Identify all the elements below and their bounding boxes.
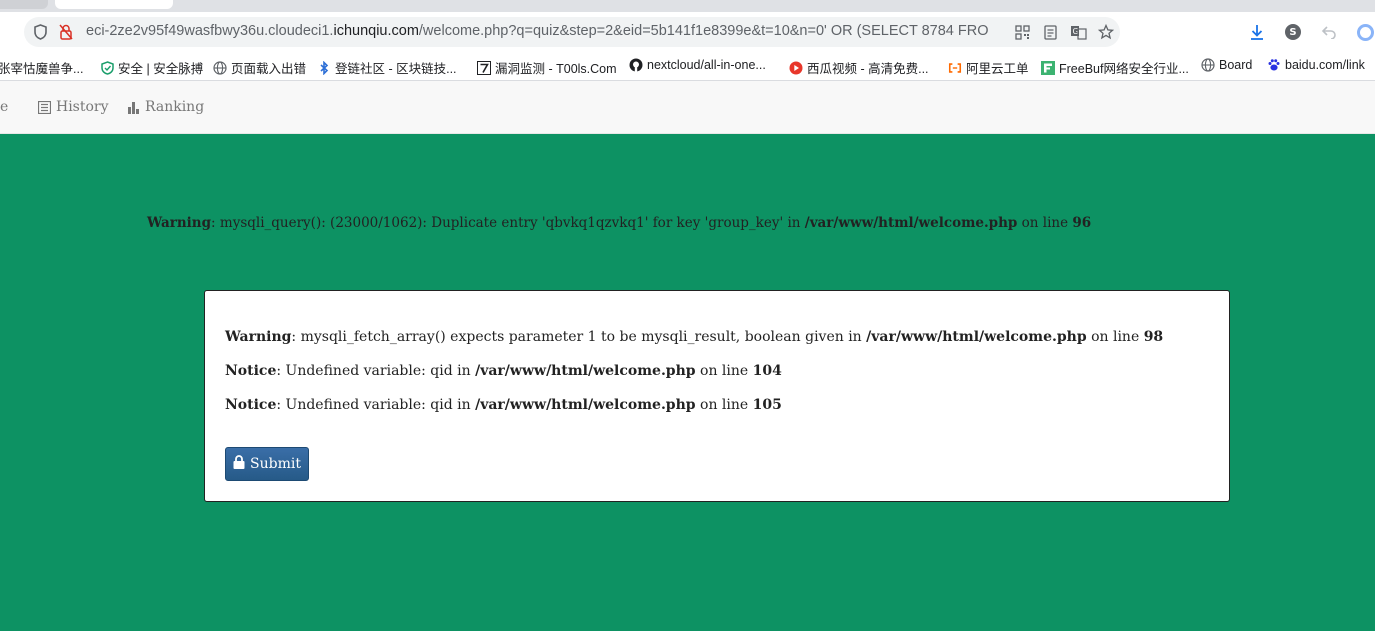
message-text: : Undefined variable: qid in xyxy=(276,363,476,379)
bookmark-label: 登链社区 - 区块链技... xyxy=(335,62,457,76)
bookmark-label: 漏洞监测 - T00ls.Com xyxy=(495,62,617,76)
github-icon xyxy=(629,58,643,72)
bookmark-label: 张宰怙魔兽争... xyxy=(0,62,84,76)
warning-path: /var/www/html/welcome.php xyxy=(804,215,1018,231)
warning-on-line: on line xyxy=(1017,215,1073,231)
bookmark-item[interactable]: 漏洞监测 - T00ls.Com xyxy=(477,58,617,77)
message-path: /var/www/html/welcome.php xyxy=(866,329,1087,345)
php-message: Notice: Undefined variable: qid in /var/… xyxy=(225,397,782,413)
bookmark-item[interactable]: 页面载入出错 xyxy=(213,58,306,77)
shield-icon[interactable] xyxy=(29,21,51,43)
message-path: /var/www/html/welcome.php xyxy=(475,397,696,413)
message-label: Notice xyxy=(225,397,277,413)
tab-active[interactable] xyxy=(55,0,173,9)
browser-toolbar: eci-2ze2v95f49wasfbwy36u.cloudeci1.ichun… xyxy=(0,12,1375,52)
nav-ranking[interactable]: Ranking xyxy=(127,99,204,115)
url-path: /welcome.php?q=quiz&step=2&eid=5b141f1e8… xyxy=(418,23,989,39)
translate-icon[interactable]: G xyxy=(1067,21,1089,43)
message-path: /var/www/html/welcome.php xyxy=(475,363,696,379)
lock-icon xyxy=(233,455,245,473)
extension-ring-icon[interactable] xyxy=(1354,21,1375,43)
bar-chart-icon xyxy=(127,101,140,114)
bookmark-item[interactable]: baidu.com/link xyxy=(1267,58,1365,72)
message-line-number: 98 xyxy=(1143,329,1164,345)
php-warning-query: Warning: mysqli_query(): (23000/1062): D… xyxy=(147,215,1091,231)
globe-icon xyxy=(1201,58,1215,72)
message-on-line: on line xyxy=(695,397,753,413)
message-line-number: 105 xyxy=(752,397,782,413)
nav-home[interactable]: ne xyxy=(0,99,8,115)
bookmark-label: 安全 | 安全脉搏 xyxy=(118,62,204,76)
list-icon xyxy=(38,100,51,114)
download-icon[interactable] xyxy=(1246,21,1268,43)
url-text[interactable]: eci-2ze2v95f49wasfbwy36u.cloudeci1.ichun… xyxy=(86,23,1008,39)
profile-initial: S xyxy=(1285,24,1301,40)
bluetooth-icon xyxy=(317,60,331,75)
reader-mode-icon[interactable] xyxy=(1039,21,1061,43)
shield-check-icon xyxy=(100,60,114,75)
freebuf-icon xyxy=(1041,60,1055,75)
insecure-lock-icon[interactable] xyxy=(55,21,77,43)
site-navbar: ne History Ranking xyxy=(0,81,1375,134)
address-bar[interactable]: eci-2ze2v95f49wasfbwy36u.cloudeci1.ichun… xyxy=(24,17,1120,47)
quiz-panel: Warning: mysqli_fetch_array() expects pa… xyxy=(204,290,1230,502)
warning-line-number: 96 xyxy=(1072,215,1092,231)
bookmark-item[interactable]: 阿里云工单 xyxy=(948,58,1029,77)
bookmark-star-icon[interactable] xyxy=(1095,21,1117,43)
submit-label: Submit xyxy=(250,456,301,472)
message-on-line: on line xyxy=(1086,329,1144,345)
bookmark-label: nextcloud/all-in-one... xyxy=(647,58,766,72)
nav-history-label: History xyxy=(56,99,109,115)
tab-inactive[interactable] xyxy=(0,0,48,9)
bookmark-label: baidu.com/link xyxy=(1285,58,1365,72)
message-label: Warning xyxy=(225,329,292,345)
bookmark-label: FreeBuf网络安全行业... xyxy=(1059,62,1189,76)
tab-strip xyxy=(0,0,1375,12)
profile-avatar[interactable]: S xyxy=(1282,21,1304,43)
bookmark-item[interactable]: 登链社区 - 区块链技... xyxy=(317,58,457,77)
bookmark-label: 西瓜视频 - 高清免费... xyxy=(807,62,929,76)
url-domain: ichunqiu.com xyxy=(333,23,419,39)
bookmark-item[interactable]: nextcloud/all-in-one... xyxy=(629,58,766,72)
globe-icon xyxy=(213,60,227,75)
php-message: Warning: mysqli_fetch_array() expects pa… xyxy=(225,329,1163,345)
message-line-number: 104 xyxy=(752,363,782,379)
seven-icon xyxy=(477,60,491,75)
bookmark-label: 页面载入出错 xyxy=(231,62,307,76)
submit-button[interactable]: Submit xyxy=(225,447,309,481)
message-text: : Undefined variable: qid in xyxy=(276,397,476,413)
warning-text: : mysqli_query(): (23000/1062): Duplicat… xyxy=(211,215,805,231)
bookmark-item[interactable]: FreeBuf网络安全行业... xyxy=(1041,58,1189,77)
nav-history[interactable]: History xyxy=(38,99,109,115)
play-icon xyxy=(789,61,803,75)
bookmark-item[interactable]: 张宰怙魔兽争... xyxy=(0,58,83,77)
message-on-line: on line xyxy=(695,363,753,379)
warning-label: Warning xyxy=(147,215,212,231)
nav-ranking-label: Ranking xyxy=(145,99,205,115)
nav-home-label: ne xyxy=(0,99,9,115)
bookmark-item[interactable]: Board xyxy=(1201,58,1252,72)
message-text: : mysqli_fetch_array() expects parameter… xyxy=(291,329,867,345)
bookmark-label: 阿里云工单 xyxy=(966,62,1029,76)
bookmark-item[interactable]: 西瓜视频 - 高清免费... xyxy=(789,58,929,77)
php-message: Notice: Undefined variable: qid in /var/… xyxy=(225,363,782,379)
qr-code-icon[interactable] xyxy=(1011,21,1033,43)
bookmark-label: Board xyxy=(1219,58,1253,72)
paw-icon xyxy=(1267,58,1281,72)
url-prefix: eci-2ze2v95f49wasfbwy36u.cloudeci1. xyxy=(86,23,334,39)
bookmark-item[interactable]: 安全 | 安全脉搏 xyxy=(100,58,203,77)
message-label: Notice xyxy=(225,363,277,379)
bookmarks-bar: 张宰怙魔兽争... 安全 | 安全脉搏 页面载入出错 登链社区 - 区块链技..… xyxy=(0,52,1375,80)
aliyun-icon xyxy=(948,61,962,75)
back-arrow-icon[interactable] xyxy=(1318,21,1340,43)
